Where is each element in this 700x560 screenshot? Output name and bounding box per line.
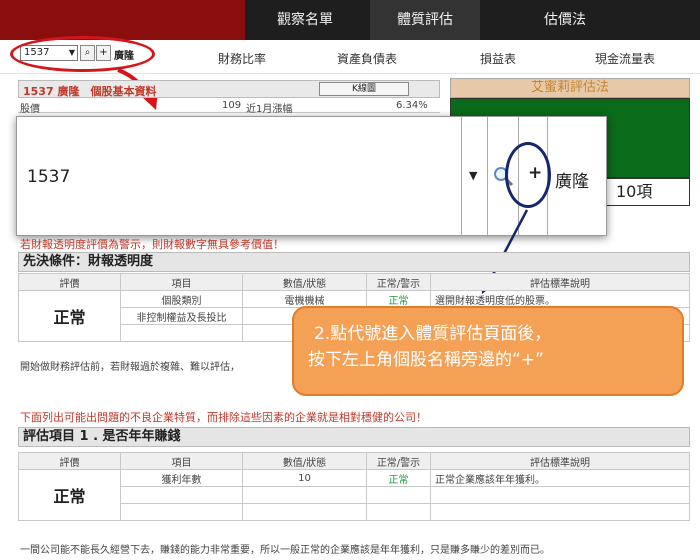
item-cell: 個股類別 <box>120 290 243 308</box>
tab-cash-flow[interactable]: 現金流量表 <box>595 50 655 67</box>
callout-line-1: 2.點代號進入體質評估頁面後， <box>314 324 552 344</box>
section-title: 先決條件：財報透明度 <box>18 252 690 272</box>
table-header-row: 評價 項目 數值/狀態 正常/警示 評估標準說明 <box>18 452 690 470</box>
highlight-ring <box>505 142 551 208</box>
evaluation: 正常 <box>18 290 121 342</box>
section1-note: 開始做財務評估前，若財報過於複雜、難以評估， <box>20 362 240 373</box>
desc-cell: 正常企業應該年年獲利。 <box>430 469 690 487</box>
stock-info-row: 股價 109 近1月漲幅 6.34% <box>18 99 440 115</box>
table-row: 正常 獲利年數 10 正常 正常企業應該年年獲利。 <box>18 469 690 521</box>
item-cell: 非控制權益及長投比 <box>120 307 243 325</box>
emily-panel-title: 艾蜜莉評估法 <box>450 78 690 98</box>
warning-text: 若財報透明度評價為警示，則財報數字無具參考價值！ <box>20 238 284 251</box>
item-cell: 獲利年數 <box>120 469 243 487</box>
brand-block <box>0 0 245 40</box>
col-header: 項目 <box>120 452 243 470</box>
col-header: 評價 <box>18 273 121 291</box>
divider <box>461 117 462 237</box>
tab-balance-sheet[interactable]: 資產負債表 <box>337 50 397 67</box>
price-label: 股價 <box>20 104 40 115</box>
tab-income-statement[interactable]: 損益表 <box>480 50 516 67</box>
col-header: 數值/狀態 <box>242 452 367 470</box>
nav-valuation[interactable]: 估價法 <box>490 0 640 40</box>
zoom-stock-value: 1537 <box>27 167 71 187</box>
divider <box>487 117 488 237</box>
change-label: 近1月漲幅 <box>246 104 293 115</box>
nav-watchlist[interactable]: 觀察名單 <box>250 0 360 40</box>
col-header: 評估標準說明 <box>430 273 690 291</box>
instruction-callout: 2.點代號進入體質評估頁面後， 按下左上角個股名稱旁邊的“+” <box>292 306 684 396</box>
chevron-down-icon[interactable]: ▼ <box>469 169 477 182</box>
evaluation: 正常 <box>18 469 121 521</box>
zoom-stock-name: 廣隆 <box>555 172 589 192</box>
value-cell: 10 <box>242 469 367 487</box>
col-header: 評價 <box>18 452 121 470</box>
table-header-row: 評價 項目 數值/狀態 正常/警示 評估標準說明 <box>18 273 690 291</box>
section2-table: 評價 項目 數值/狀態 正常/警示 評估標準說明 正常 獲利年數 10 正常 正… <box>18 452 690 521</box>
col-header: 評估標準說明 <box>430 452 690 470</box>
status-cell: 正常 <box>366 469 431 487</box>
kline-button[interactable]: K線圖 <box>319 82 409 96</box>
stock-info-title: 1537 廣隆 個股基本資料 <box>23 85 157 98</box>
callout-line-2: 按下左上角個股名稱旁邊的“+” <box>308 350 544 370</box>
col-header: 正常/警示 <box>366 452 431 470</box>
top-nav: 觀察名單 體質評估 估價法 <box>0 0 700 40</box>
col-header: 項目 <box>120 273 243 291</box>
change-value: 6.34% <box>396 100 428 111</box>
red-notice: 下面列出可能出問題的不良企業特質，而排除這些因素的企業就是相對穩健的公司！ <box>20 411 427 424</box>
tab-ratios[interactable]: 財務比率 <box>218 50 266 67</box>
value-cell: 電機機械 <box>242 290 367 308</box>
highlight-ellipse <box>10 36 155 72</box>
section-title: 評估項目 1 . 是否年年賺錢 <box>18 427 690 447</box>
section2-note: 一間公司能不能長久經營下去，賺錢的能力非常重要，所以一般正常的企業應該是年年獲利… <box>20 545 550 556</box>
nav-fundamental[interactable]: 體質評估 <box>370 0 480 40</box>
table-row: 正常 個股類別 電機機械 正常 選開財報透明度低的股票。 <box>18 290 690 342</box>
status-cell: 正常 <box>366 290 431 308</box>
price-value: 109 <box>222 100 242 111</box>
col-header: 數值/狀態 <box>242 273 367 291</box>
col-header: 正常/警示 <box>366 273 431 291</box>
desc-cell: 選開財報透明度低的股票。 <box>430 290 690 308</box>
stock-info-header: 1537 廣隆 個股基本資料 K線圖 <box>18 80 440 98</box>
